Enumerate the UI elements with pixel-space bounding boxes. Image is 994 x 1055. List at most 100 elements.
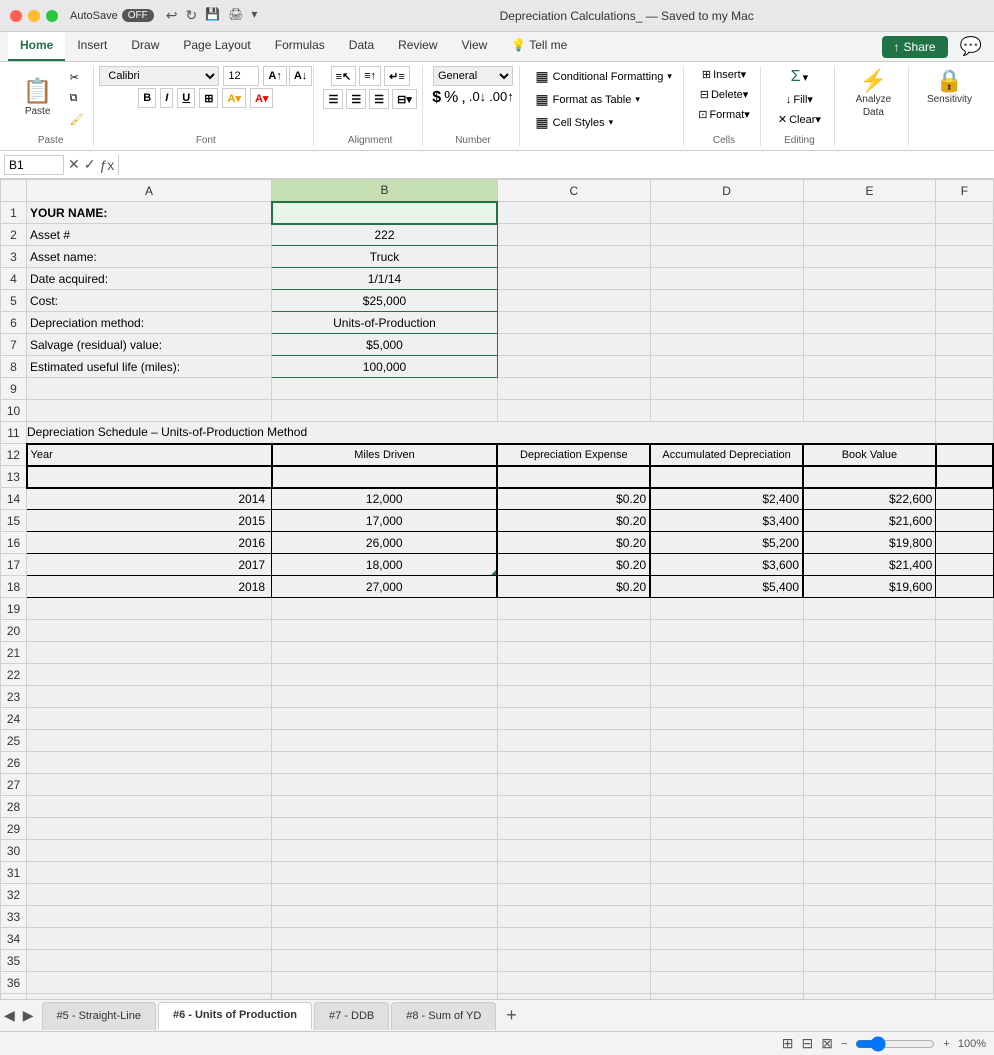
autosave-toggle[interactable]: OFF	[122, 9, 154, 22]
analyze-data-button[interactable]: ⚡ Analyze Data	[848, 66, 900, 122]
col-header-F[interactable]: F	[936, 180, 993, 202]
format-painter-button[interactable]: 🖌	[66, 111, 88, 128]
cell[interactable]	[27, 796, 272, 818]
cell[interactable]	[936, 620, 993, 642]
cell[interactable]	[650, 664, 803, 686]
underline-button[interactable]: U	[177, 88, 195, 108]
page-layout-button[interactable]: ⊟	[802, 1035, 814, 1052]
col-header-A[interactable]: A	[27, 180, 272, 202]
cell[interactable]	[272, 642, 498, 664]
cell[interactable]	[497, 312, 650, 334]
cell[interactable]	[650, 840, 803, 862]
cell[interactable]	[803, 862, 936, 884]
cell[interactable]	[650, 268, 803, 290]
cell[interactable]	[936, 554, 993, 576]
currency-button[interactable]: $	[432, 89, 441, 107]
share-button[interactable]: ↑ Share	[882, 36, 948, 58]
cell[interactable]	[27, 620, 272, 642]
font-color-button[interactable]: A▾	[250, 88, 273, 108]
cell[interactable]	[936, 818, 993, 840]
more-icon[interactable]: ▾	[251, 7, 257, 24]
sum-button[interactable]: Σ▾	[787, 66, 812, 88]
cell[interactable]	[936, 488, 993, 510]
cell[interactable]	[272, 708, 498, 730]
cell[interactable]	[803, 620, 936, 642]
tab-draw[interactable]: Draw	[119, 32, 171, 61]
comma-button[interactable]: ,	[461, 89, 465, 107]
cell[interactable]: $3,600	[650, 554, 803, 576]
cell[interactable]	[27, 378, 272, 400]
cell[interactable]	[497, 708, 650, 730]
cell[interactable]	[936, 862, 993, 884]
cell[interactable]	[497, 994, 650, 1000]
cell[interactable]	[497, 224, 650, 246]
cell[interactable]	[650, 774, 803, 796]
cell[interactable]	[497, 752, 650, 774]
cell[interactable]: 2014	[27, 488, 272, 510]
cell[interactable]	[650, 224, 803, 246]
cell-styles-button[interactable]: ▦ Cell Styles ▾	[529, 112, 677, 133]
tab-insert[interactable]: Insert	[65, 32, 119, 61]
undo-icon[interactable]: ↩	[166, 7, 178, 24]
cell[interactable]	[497, 268, 650, 290]
cell[interactable]: $25,000	[272, 290, 498, 312]
cell[interactable]	[936, 268, 993, 290]
cell[interactable]	[936, 312, 993, 334]
cell[interactable]	[497, 884, 650, 906]
cell[interactable]	[272, 378, 498, 400]
cell[interactable]	[272, 950, 498, 972]
cell[interactable]	[650, 862, 803, 884]
cell[interactable]	[497, 928, 650, 950]
confirm-formula-icon[interactable]: ✓	[84, 156, 96, 173]
fill-color-button[interactable]: A▾	[222, 88, 245, 108]
cell[interactable]: Depreciation Schedule – Units-of-Product…	[27, 422, 936, 444]
cell[interactable]	[936, 686, 993, 708]
cell[interactable]	[803, 730, 936, 752]
cell[interactable]: $5,200	[650, 532, 803, 554]
align-top-left-button[interactable]: ≡↖	[331, 66, 357, 86]
cell[interactable]	[803, 686, 936, 708]
paste-button[interactable]: 📋 Paste	[14, 76, 62, 121]
cell[interactable]: Units-of-Production	[272, 312, 498, 334]
cell[interactable]	[803, 268, 936, 290]
percent-button[interactable]: %	[444, 89, 458, 107]
wrap-text-button[interactable]: ↵≡	[384, 66, 410, 86]
zoom-in-button[interactable]: +	[943, 1038, 949, 1050]
cell[interactable]	[803, 994, 936, 1000]
tab-home[interactable]: Home	[8, 32, 65, 61]
tab-formulas[interactable]: Formulas	[263, 32, 337, 61]
cell[interactable]	[650, 620, 803, 642]
cell[interactable]	[936, 994, 993, 1000]
sheet-tab-7[interactable]: #7 - DDB	[314, 1002, 389, 1030]
cell[interactable]: Asset name:	[27, 246, 272, 268]
format-cells-button[interactable]: ⊡ Format▾	[694, 106, 754, 123]
clear-button[interactable]: ✕ Clear▾	[774, 111, 825, 128]
cell[interactable]: Book Value	[803, 444, 936, 466]
align-top-center-button[interactable]: ≡↑	[359, 66, 381, 86]
cell[interactable]	[650, 972, 803, 994]
cell[interactable]	[27, 906, 272, 928]
cell[interactable]	[272, 620, 498, 642]
cell[interactable]	[650, 884, 803, 906]
cell[interactable]: $0.20	[497, 510, 650, 532]
cell[interactable]	[936, 576, 993, 598]
sheet-nav-right[interactable]: ▶	[23, 1007, 34, 1024]
cell[interactable]	[650, 730, 803, 752]
cell[interactable]: 1/1/14	[272, 268, 498, 290]
cell[interactable]: Date acquired:	[27, 268, 272, 290]
border-button[interactable]: ⊞	[199, 88, 218, 108]
cell[interactable]: YOUR NAME:	[27, 202, 272, 224]
cell[interactable]	[650, 906, 803, 928]
cell[interactable]	[497, 378, 650, 400]
sheet-scroll[interactable]: A B C D E F 1YOUR NAME:2Asset #2223Asset…	[0, 179, 994, 999]
cell[interactable]	[497, 906, 650, 928]
col-header-D[interactable]: D	[650, 180, 803, 202]
cell[interactable]	[936, 532, 993, 554]
format-as-table-button[interactable]: ▦ Format as Table ▾	[529, 89, 677, 110]
zoom-slider[interactable]	[855, 1036, 935, 1052]
cell[interactable]: 2015	[27, 510, 272, 532]
sheet-tab-6[interactable]: #6 - Units of Production	[158, 1002, 312, 1030]
cell[interactable]	[497, 862, 650, 884]
increase-decimal-button[interactable]: .00↑	[489, 89, 514, 107]
close-button[interactable]	[10, 10, 22, 22]
